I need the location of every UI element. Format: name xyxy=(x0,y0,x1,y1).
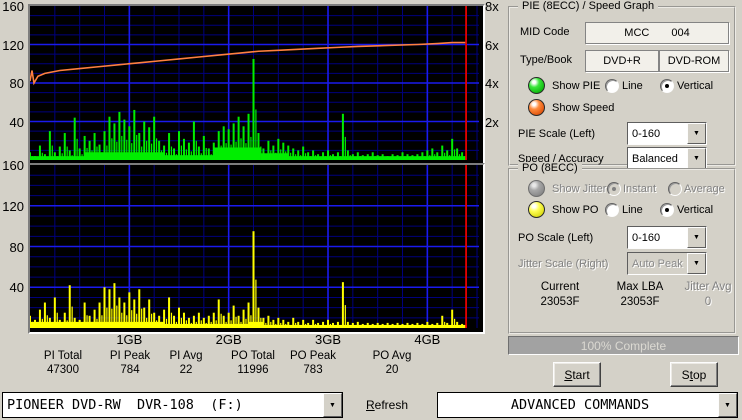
book-type-field: DVD-ROM xyxy=(659,50,729,72)
show-pie-label: Show PIE xyxy=(552,80,600,92)
jitter-avg: Jitter Avg0 xyxy=(668,280,742,310)
chevron-down-icon[interactable]: ▼ xyxy=(323,393,342,417)
po-scale-value: 0-160 xyxy=(628,227,687,248)
drive-select-value: PIONEER DVD-RW DVR-108 (F:) xyxy=(3,393,323,417)
mid-code-label: MID Code xyxy=(520,26,570,38)
show-po-led-icon[interactable] xyxy=(528,201,545,218)
show-speed-label: Show Speed xyxy=(552,102,614,114)
jitter-instant-radio xyxy=(607,182,621,196)
pie-speed-chart-panel xyxy=(28,4,485,166)
jitter-average-radio xyxy=(668,182,682,196)
pie-scale-label: PIE Scale (Left) xyxy=(518,128,595,140)
chevron-down-icon[interactable]: ▼ xyxy=(687,123,706,144)
po-scale-select[interactable]: 0-160 ▼ xyxy=(627,226,707,249)
mid-code-number: 004 xyxy=(671,27,689,39)
pie-group-title: PIE (8ECC) / Speed Graph xyxy=(518,0,658,12)
po-chart-panel xyxy=(28,163,485,334)
po-line-label[interactable]: Line xyxy=(622,204,643,216)
po-group-box: PO (8ECC) Show Jitter Instant Average Sh… xyxy=(508,168,736,334)
disc-type-field: DVD+R xyxy=(585,50,659,72)
advanced-commands-value: ADVANCED COMMANDS xyxy=(438,393,718,417)
jitter-scale-select: Auto Peak ▼ xyxy=(627,252,707,275)
speed-accuracy-value: Balanced xyxy=(628,148,687,169)
po-vertical-label[interactable]: Vertical xyxy=(677,204,713,216)
current-lba: Current23053F xyxy=(520,280,600,310)
show-jitter-led-icon xyxy=(528,180,545,197)
po-chart-canvas xyxy=(30,165,479,328)
show-po-label: Show PO xyxy=(552,204,598,216)
pie-y-axis: 1601208040 xyxy=(0,6,26,160)
chevron-down-icon[interactable]: ▼ xyxy=(718,393,737,417)
speed-accuracy-select[interactable]: Balanced ▼ xyxy=(627,147,707,170)
stop-button[interactable]: Stop xyxy=(670,362,718,387)
jitter-average-label: Average xyxy=(684,183,725,195)
pie-group-box: PIE (8ECC) / Speed Graph MID Code MCC 00… xyxy=(508,6,736,166)
drive-select[interactable]: PIONEER DVD-RW DVR-108 (F:) ▼ xyxy=(2,392,343,418)
pie-scale-select[interactable]: 0-160 ▼ xyxy=(627,122,707,145)
start-button[interactable]: Start xyxy=(553,362,601,387)
scan-progress-bar: 100% Complete xyxy=(508,336,739,355)
advanced-commands-select[interactable]: ADVANCED COMMANDS ▼ xyxy=(437,392,738,418)
po-scale-label: PO Scale (Left) xyxy=(518,232,593,244)
progress-text: 100% Complete xyxy=(581,339,666,353)
chevron-down-icon[interactable]: ▼ xyxy=(687,148,706,169)
type-book-label: Type/Book xyxy=(520,54,572,66)
show-jitter-label: Show Jitter xyxy=(552,183,606,195)
stat-po-avg: PO Avg20 xyxy=(347,349,437,377)
pie-chart-canvas xyxy=(30,6,479,160)
pie-vertical-label[interactable]: Vertical xyxy=(677,80,713,92)
po-vertical-radio[interactable] xyxy=(660,203,674,217)
pie-scale-value: 0-160 xyxy=(628,123,687,144)
chevron-down-icon[interactable]: ▼ xyxy=(687,227,706,248)
pie-vertical-radio[interactable] xyxy=(660,79,674,93)
show-speed-led-icon[interactable] xyxy=(528,99,545,116)
x-axis-labels: 1GB2GB3GB4GB xyxy=(30,332,479,346)
chevron-down-icon: ▼ xyxy=(687,253,706,274)
mid-code-value: MCC xyxy=(624,27,649,39)
jitter-instant-label: Instant xyxy=(623,183,656,195)
refresh-button[interactable]: Refresh xyxy=(366,398,408,412)
mid-code-field: MCC 004 xyxy=(585,22,729,44)
jitter-scale-value: Auto Peak xyxy=(628,253,687,274)
pie-line-label[interactable]: Line xyxy=(622,80,643,92)
po-line-radio[interactable] xyxy=(605,203,619,217)
stat-po-peak: PO Peak783 xyxy=(268,349,358,377)
pie-line-radio[interactable] xyxy=(605,79,619,93)
po-y-axis: 1601208040 xyxy=(0,165,26,328)
show-pie-led-icon[interactable] xyxy=(528,77,545,94)
po-group-title: PO (8ECC) xyxy=(518,162,582,174)
jitter-scale-label: Jitter Scale (Right) xyxy=(518,258,608,270)
